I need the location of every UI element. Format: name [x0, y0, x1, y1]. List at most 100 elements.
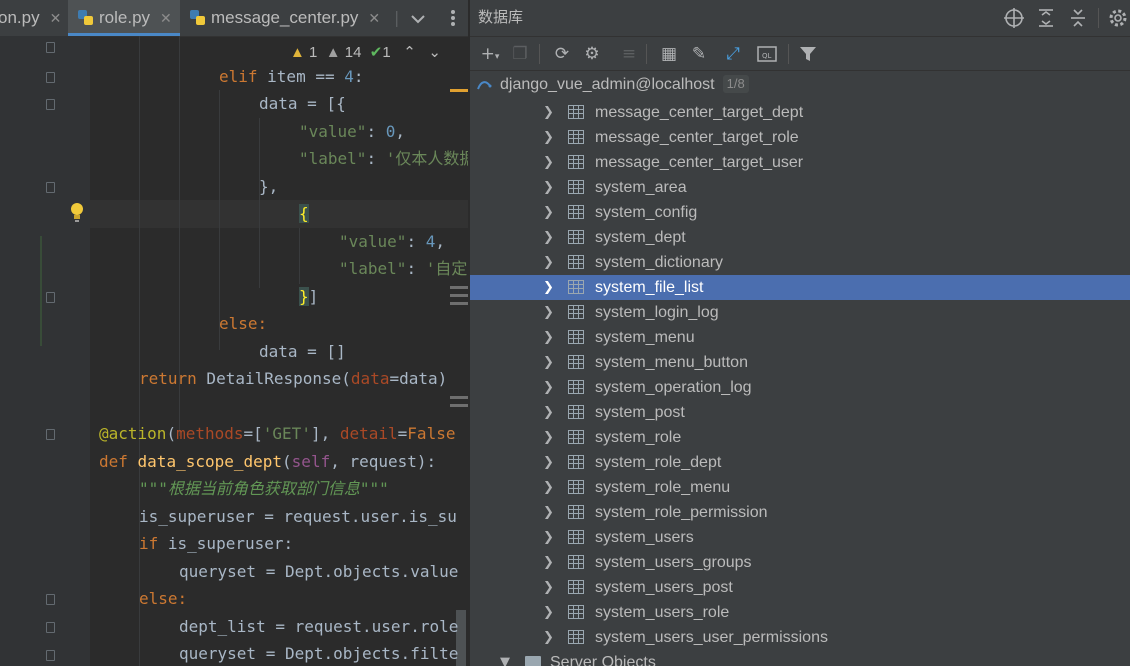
query-console-icon[interactable]: QL — [754, 41, 780, 67]
table-node[interactable]: ❯ system_operation_log — [470, 375, 1130, 400]
target-icon[interactable] — [1002, 6, 1026, 30]
chevron-down-icon[interactable] — [408, 6, 428, 30]
table-node[interactable]: ❯ system_role_dept — [470, 450, 1130, 475]
chevron-right-icon[interactable]: ❯ — [543, 400, 554, 425]
table-node[interactable]: ❯ message_center_target_role — [470, 125, 1130, 150]
close-icon[interactable]: ✕ — [160, 10, 172, 26]
table-node[interactable]: ❯ system_menu_button — [470, 350, 1130, 375]
chevron-right-icon[interactable]: ❯ — [543, 175, 554, 200]
table-node[interactable]: ❯ system_users — [470, 525, 1130, 550]
code-line: "value": 0, — [299, 122, 405, 141]
tab-message-center-py[interactable]: message_center.py ✕ — [190, 0, 390, 36]
database-stack-icon[interactable]: ≡ — [616, 41, 642, 67]
gear-icon[interactable] — [1106, 6, 1130, 30]
chevron-right-icon[interactable]: ❯ — [543, 600, 554, 625]
table-node[interactable]: ❯ system_area — [470, 175, 1130, 200]
fold-marker[interactable] — [46, 292, 55, 303]
table-node[interactable]: ❯ system_users_groups — [470, 550, 1130, 575]
chevron-right-icon[interactable]: ❯ — [543, 450, 554, 475]
chevron-right-icon[interactable]: ❯ — [543, 100, 554, 125]
database-toolbar: +▾ ❐ ⟳ ⚙ ≡ ▦ ✎ ⤢ QL — [470, 37, 1130, 71]
error-stripe[interactable] — [450, 302, 468, 305]
copy-icon[interactable]: ❐ — [507, 41, 533, 67]
tab-role-py[interactable]: role.py ✕ — [68, 0, 180, 36]
chevron-right-icon[interactable]: ❯ — [543, 150, 554, 175]
table-node[interactable]: ❯ system_post — [470, 400, 1130, 425]
fold-marker[interactable] — [46, 622, 55, 633]
refresh-icon[interactable]: ⟳ — [549, 41, 575, 67]
table-node[interactable]: ❯ system_users_post — [470, 575, 1130, 600]
table-node[interactable]: ❯ system_config — [470, 200, 1130, 225]
lightbulb-icon[interactable] — [68, 201, 86, 225]
code-line: """根据当前角色获取部门信息""" — [139, 479, 389, 498]
error-stripe[interactable] — [450, 286, 468, 289]
filter-icon[interactable] — [795, 41, 821, 67]
table-node[interactable]: ❯ system_role_menu — [470, 475, 1130, 500]
error-stripe[interactable] — [450, 404, 468, 407]
table-node[interactable]: ❯ system_users_user_permissions — [470, 625, 1130, 650]
chevron-down-icon[interactable]: ⌄ — [428, 44, 441, 61]
table-node[interactable]: ❯ message_center_target_dept — [470, 100, 1130, 125]
chevron-right-icon[interactable]: ❯ — [543, 475, 554, 500]
fold-marker[interactable] — [46, 72, 55, 83]
code-editor[interactable]: on.py ✕ role.py ✕ message_center.py ✕ | ▲ 1 — [0, 0, 468, 666]
close-icon[interactable]: ✕ — [368, 10, 380, 26]
schema-count-badge[interactable]: 1/8 — [722, 75, 749, 93]
fold-marker[interactable] — [46, 99, 55, 110]
table-node[interactable]: ❯ system_dictionary — [470, 250, 1130, 275]
fold-marker[interactable] — [46, 182, 55, 193]
chevron-right-icon[interactable]: ❯ — [543, 550, 554, 575]
schema-settings-icon[interactable]: ⚙ — [579, 41, 605, 67]
table-name: system_role_menu — [595, 479, 731, 496]
more-vertical-icon[interactable] — [446, 6, 460, 30]
table-node[interactable]: ❯ system_dept — [470, 225, 1130, 250]
expand-all-icon[interactable] — [1034, 6, 1058, 30]
jump-to-source-icon[interactable]: ⤢ — [720, 41, 746, 67]
table-name: system_role_dept — [595, 454, 722, 471]
fold-marker[interactable] — [46, 429, 55, 440]
chevron-right-icon[interactable]: ❯ — [543, 275, 554, 300]
table-icon — [568, 505, 584, 519]
collapse-all-icon[interactable] — [1066, 6, 1090, 30]
table-node[interactable]: ❯ system_role — [470, 425, 1130, 450]
code-line: else: — [139, 589, 188, 608]
add-icon[interactable]: +▾ — [477, 41, 503, 67]
tab-file-partial[interactable]: on.py ✕ — [0, 0, 64, 36]
table-node[interactable]: ❯ system_users_role — [470, 600, 1130, 625]
chevron-up-icon[interactable]: ⌃ — [403, 44, 416, 61]
chevron-right-icon[interactable]: ❯ — [543, 250, 554, 275]
close-icon[interactable]: ✕ — [50, 10, 62, 26]
chevron-right-icon[interactable]: ❯ — [543, 375, 554, 400]
chevron-right-icon[interactable]: ❯ — [543, 200, 554, 225]
warning-stripe[interactable] — [450, 89, 468, 92]
chevron-right-icon[interactable]: ❯ — [543, 625, 554, 650]
fold-marker[interactable] — [46, 594, 55, 605]
fold-marker[interactable] — [46, 650, 55, 661]
table-node[interactable]: ❯ message_center_target_user — [470, 150, 1130, 175]
datasource-node[interactable]: django_vue_admin@localhost 1/8 — [470, 72, 1130, 97]
chevron-right-icon[interactable]: ❯ — [543, 500, 554, 525]
error-stripe[interactable] — [450, 294, 468, 297]
chevron-right-icon[interactable]: ❯ — [543, 225, 554, 250]
fold-marker[interactable] — [46, 42, 55, 53]
chevron-right-icon[interactable]: ❯ — [543, 425, 554, 450]
table-node[interactable]: ❯ system_menu — [470, 325, 1130, 350]
table-icon — [568, 555, 584, 569]
error-stripe[interactable] — [450, 396, 468, 399]
edit-icon[interactable]: ✎ — [686, 41, 712, 67]
chevron-right-icon[interactable]: ❯ — [543, 575, 554, 600]
chevron-down-icon[interactable]: ▼ — [500, 650, 510, 666]
chevron-right-icon[interactable]: ❯ — [543, 125, 554, 150]
table-name: system_post — [595, 404, 685, 421]
table-node[interactable]: ❯ system_role_permission — [470, 500, 1130, 525]
table-name: message_center_target_user — [595, 154, 804, 171]
chevron-right-icon[interactable]: ❯ — [543, 350, 554, 375]
chevron-right-icon[interactable]: ❯ — [543, 300, 554, 325]
server-objects-node[interactable]: ▼ Server Objects — [470, 650, 1130, 666]
table-node[interactable]: ❯ system_file_list — [470, 275, 1130, 300]
chevron-right-icon[interactable]: ❯ — [543, 525, 554, 550]
table-node[interactable]: ❯ system_login_log — [470, 300, 1130, 325]
table-name: system_area — [595, 179, 687, 196]
table-view-icon[interactable]: ▦ — [656, 41, 682, 67]
chevron-right-icon[interactable]: ❯ — [543, 325, 554, 350]
